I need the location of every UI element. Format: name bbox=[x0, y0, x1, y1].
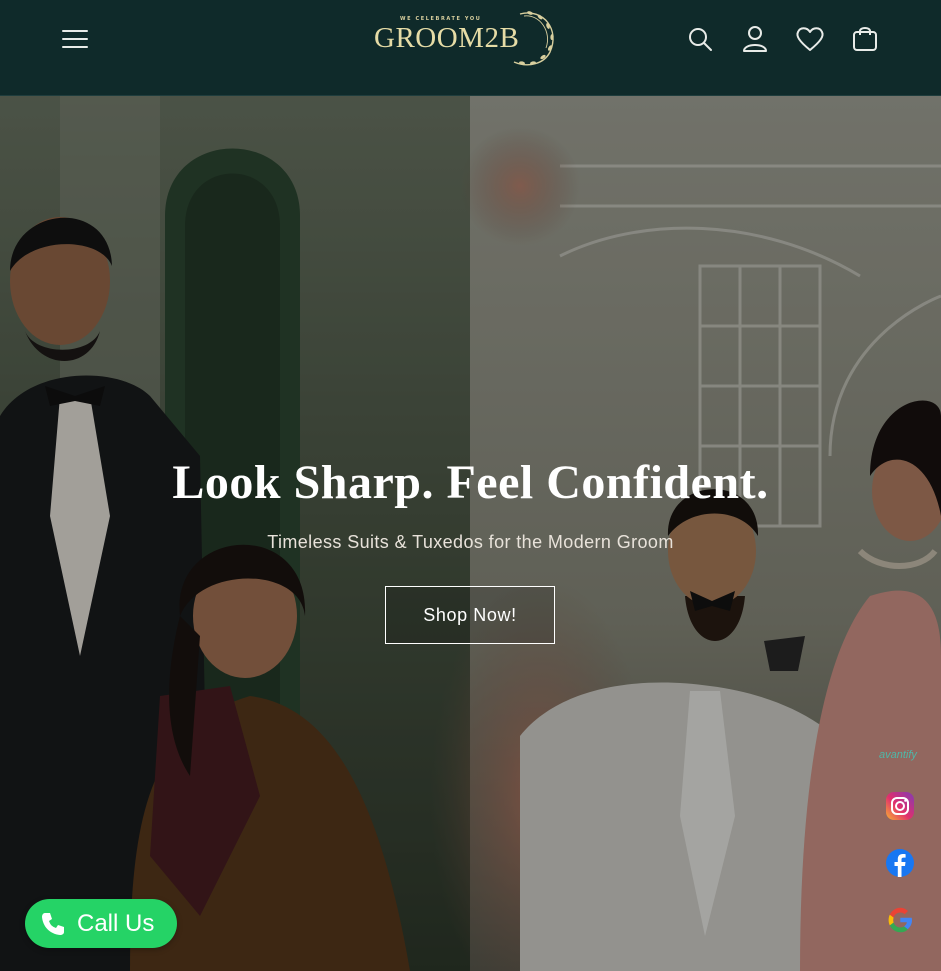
menu-icon[interactable] bbox=[62, 26, 88, 50]
call-us-button[interactable]: Call Us bbox=[25, 899, 177, 948]
social-widget-brand: avantify bbox=[879, 749, 917, 761]
wishlist-heart-icon[interactable] bbox=[793, 22, 826, 55]
hero-subtitle: Timeless Suits & Tuxedos for the Modern … bbox=[267, 532, 674, 552]
header-icon-group bbox=[683, 22, 881, 55]
call-us-label: Call Us bbox=[77, 909, 155, 937]
hero-title: Look Sharp. Feel Confident. bbox=[172, 456, 769, 509]
shop-now-button[interactable]: Shop Now! bbox=[385, 586, 555, 644]
facebook-icon[interactable] bbox=[885, 848, 915, 878]
phone-icon bbox=[42, 912, 64, 935]
google-icon[interactable] bbox=[885, 905, 915, 935]
site-header: WE CELEBRATE YOU GROOM2B bbox=[0, 0, 941, 96]
account-icon[interactable] bbox=[738, 22, 771, 55]
cart-bag-icon[interactable] bbox=[848, 22, 881, 55]
search-icon[interactable] bbox=[683, 22, 716, 55]
hero-banner: Look Sharp. Feel Confident. Timeless Sui… bbox=[0, 96, 941, 971]
logo-wreath-icon bbox=[513, 11, 554, 66]
logo-text: GROOM2B bbox=[374, 22, 520, 54]
instagram-icon[interactable] bbox=[885, 791, 915, 821]
site-logo[interactable]: WE CELEBRATE YOU GROOM2B bbox=[372, 6, 562, 68]
